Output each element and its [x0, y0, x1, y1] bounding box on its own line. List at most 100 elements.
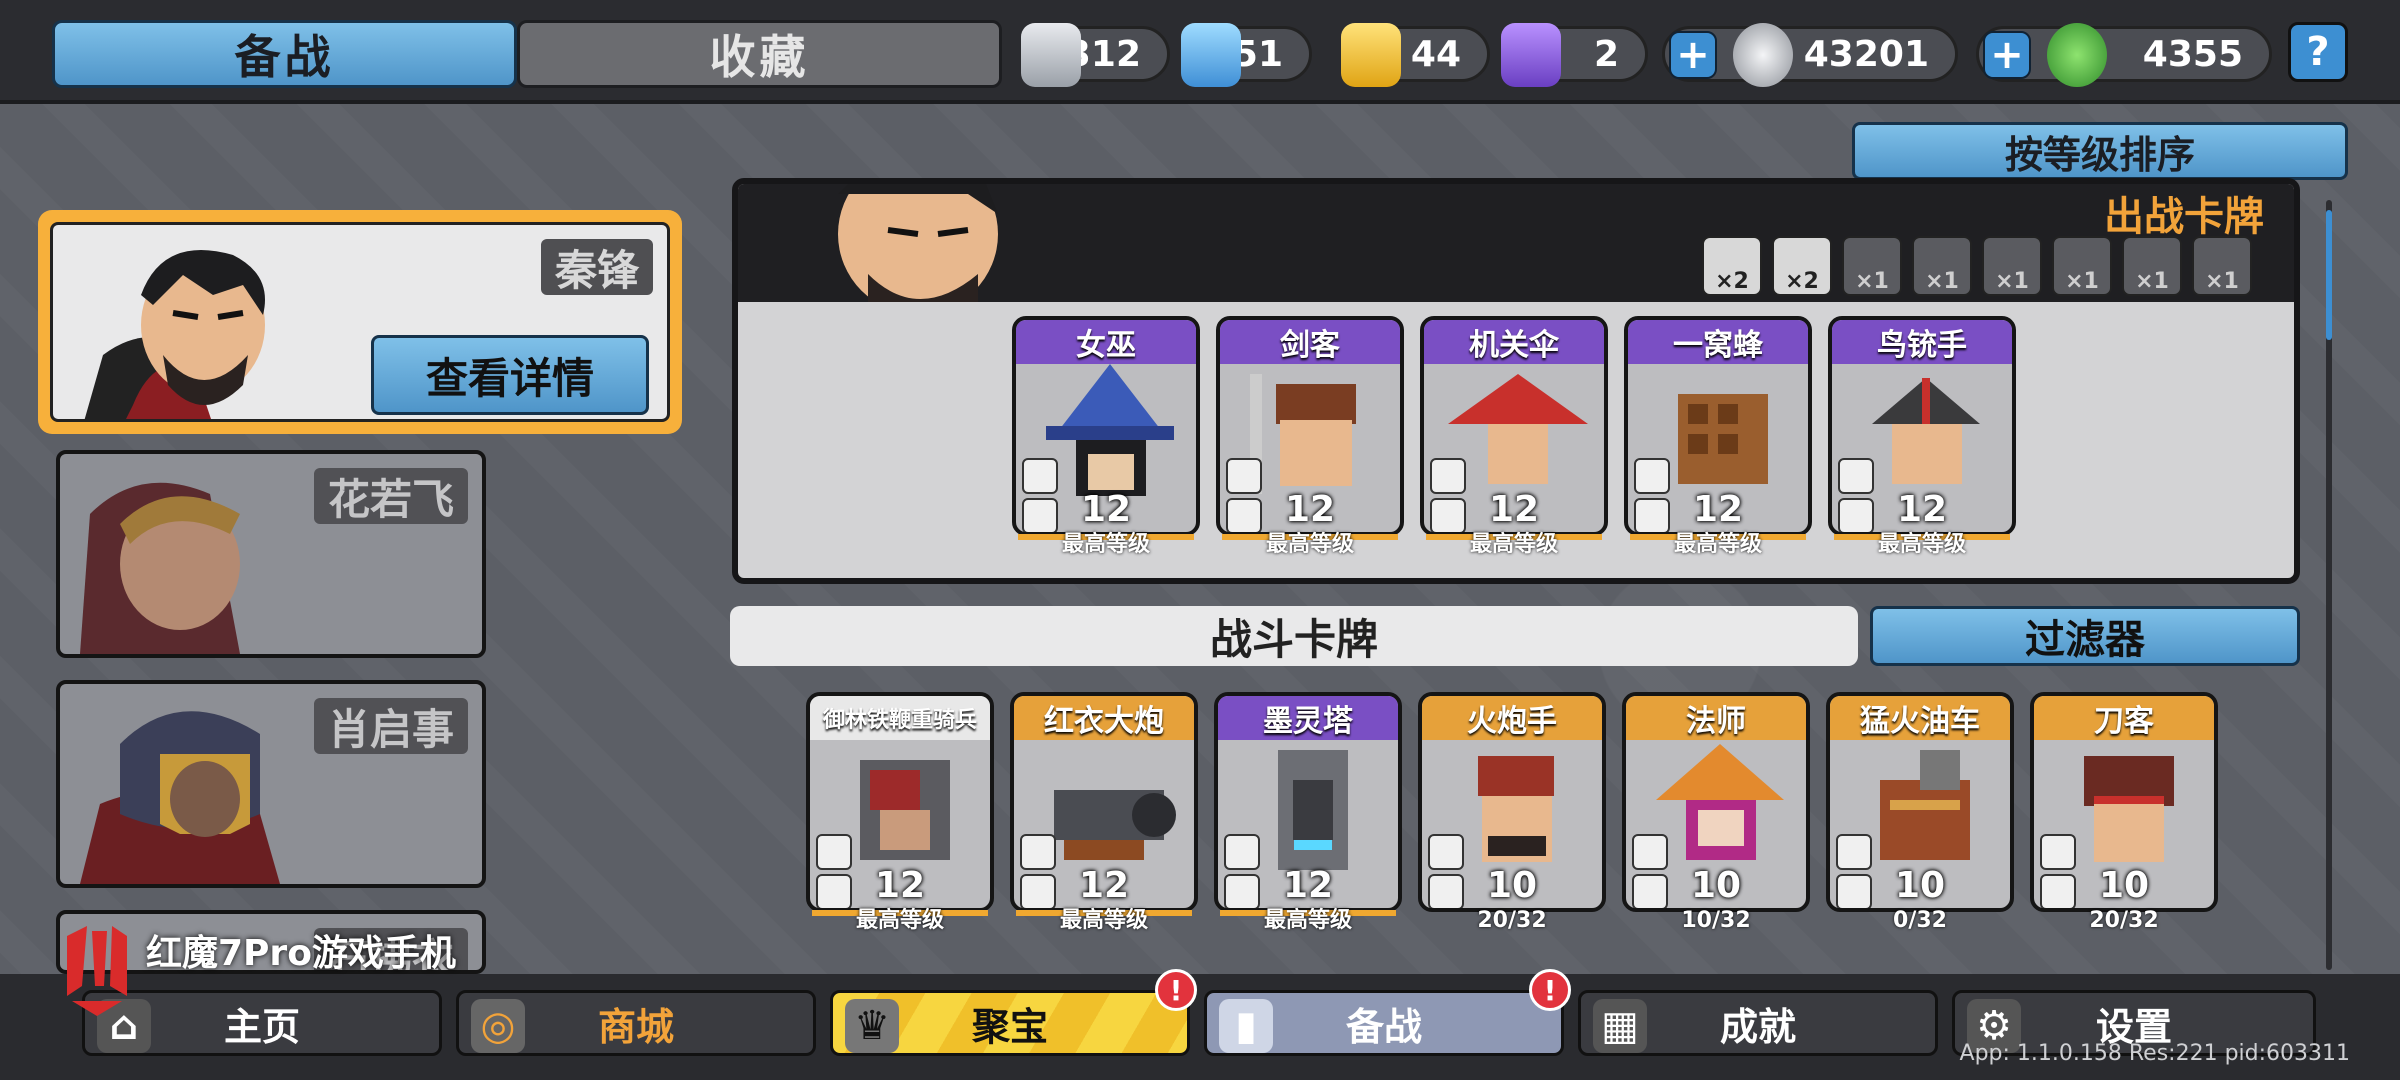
help-icon: ?: [2306, 29, 2330, 75]
battle-card[interactable]: 红衣大炮 12 最高等级: [1010, 692, 1198, 932]
scrollbar-thumb[interactable]: [2326, 210, 2332, 340]
helmet-icon: ×2: [1715, 269, 1749, 294]
cards-icon: ▮: [1219, 999, 1273, 1053]
deck-slot: ×1: [1842, 236, 1902, 296]
card-status: 最高等级: [1061, 532, 1150, 557]
resource-crystal[interactable]: 51: [1181, 23, 1312, 87]
burst-icon: ×1: [2135, 269, 2169, 294]
nav-label: 备战: [1345, 1004, 1422, 1049]
nav-achievements[interactable]: ▦ 成就: [1578, 990, 1938, 1056]
filter-button[interactable]: 过滤器: [1870, 606, 2300, 666]
card-name: 墨灵塔: [1218, 696, 1398, 740]
deck-header: 出战卡牌 ×2 ×2 ×1 ×1 ×1 ×1 ×1 ×1: [738, 184, 2294, 302]
deck-card[interactable]: 鸟铳手 12 最高等级: [1828, 316, 2016, 557]
deck-slot: ×1: [2122, 236, 2182, 296]
tab-prepare[interactable]: 备战: [52, 20, 517, 88]
resource-gold[interactable]: 44: [1341, 23, 1490, 87]
deck-panel: 出战卡牌 ×2 ×2 ×1 ×1 ×1 ×1 ×1 ×1 女巫 12 最高等级 …: [732, 178, 2300, 584]
view-details-button[interactable]: 查看详情: [371, 335, 649, 415]
card-name: 红衣大炮: [1014, 696, 1194, 740]
battle-card[interactable]: 猛火油车 10 0/32: [1826, 692, 2014, 933]
jade-icon: [2047, 23, 2107, 87]
card-name: 鸟铳手: [1832, 320, 2012, 364]
witch-icon: [1046, 364, 1174, 496]
resource-value: 44: [1410, 33, 1461, 75]
nav-treasure[interactable]: ♛ 聚宝 !: [830, 969, 1197, 1056]
rocket-rack-icon: [1678, 394, 1768, 484]
card-status: 最高等级: [1263, 908, 1352, 933]
battle-card[interactable]: 墨灵塔 12 最高等级: [1214, 692, 1402, 933]
purple-shield-icon: [1501, 23, 1561, 87]
add-jade-button[interactable]: +: [1983, 31, 2031, 79]
card-level: 12: [1078, 865, 1130, 906]
card-name: 机关伞: [1424, 320, 1604, 364]
top-bar: 备战 收藏 312 51 44 2 + 43201 + 4355 ?: [0, 0, 2400, 104]
card-name: 剑客: [1220, 320, 1400, 364]
add-coins-button[interactable]: +: [1669, 31, 1717, 79]
scrollbar[interactable]: [2326, 200, 2332, 970]
gold-shield-icon: [1341, 23, 1401, 87]
resource-value: 4355: [2142, 33, 2243, 75]
resource-coins[interactable]: + 43201: [1662, 23, 1958, 87]
tab-collection[interactable]: 收藏: [517, 20, 1002, 88]
resource-silver[interactable]: 312: [1021, 23, 1170, 87]
notification-badge: !: [1529, 969, 1571, 1011]
deck-card[interactable]: 机关伞 12 最高等级: [1420, 316, 1608, 557]
deck-slot: ×1: [2052, 236, 2112, 296]
card-status: 最高等级: [855, 908, 944, 933]
red-magic-logo: [67, 926, 127, 1016]
card-level: 12: [874, 865, 926, 906]
coin-icon: [1733, 23, 1793, 87]
hero-card[interactable]: 肖启事: [56, 680, 486, 888]
hero-portrait-banner: [838, 184, 998, 302]
battle-card[interactable]: 御林铁鞭重骑兵 12 最高等级: [806, 692, 994, 933]
card-level: 12: [1284, 489, 1336, 530]
cavalry-icon: [860, 760, 950, 860]
deck-slot: ×2: [1702, 236, 1762, 296]
treasure-icon: ♛: [845, 999, 899, 1053]
nav-home[interactable]: ⌂ 主页: [82, 990, 442, 1056]
battle-card[interactable]: 刀客 10 20/32: [2030, 692, 2218, 933]
resource-purple[interactable]: 2: [1501, 23, 1648, 87]
deck-slot: ×1: [1912, 236, 1972, 296]
deck-card[interactable]: 剑客 12 最高等级: [1216, 316, 1404, 556]
resource-jade[interactable]: + 4355: [1976, 23, 2272, 87]
card-level: 12: [1896, 489, 1948, 530]
blademan-icon: [2084, 756, 2174, 862]
sword-icon: ×2: [1785, 269, 1819, 294]
card-name: 法师: [1626, 696, 1806, 740]
help-button[interactable]: ?: [2288, 22, 2348, 82]
coins-icon: ◎: [471, 999, 525, 1053]
umbrella-icon: [1448, 374, 1588, 484]
card-status: 0/32: [1893, 908, 1947, 933]
card-status: 20/32: [1477, 908, 1547, 933]
card-status: 最高等级: [1469, 532, 1558, 557]
resource-value: 43201: [1803, 33, 1929, 75]
deck-slot: ×1: [2192, 236, 2252, 296]
musketeer-icon: [1872, 378, 1980, 484]
deck-title: 出战卡牌: [2104, 194, 2264, 240]
battle-cards-header: 战斗卡牌: [730, 606, 1858, 666]
card-level: 12: [1692, 489, 1744, 530]
hero-card-selected[interactable]: 秦锋 查看详情: [38, 210, 682, 434]
deck-card[interactable]: 一窝蜂 12 最高等级: [1624, 316, 1812, 556]
deck-card[interactable]: 女巫 12 最高等级: [1012, 316, 1200, 557]
card-level: 10: [2098, 865, 2150, 906]
card-status: 最高等级: [1877, 532, 1966, 557]
card-status: 20/32: [2089, 908, 2159, 933]
silver-shield-icon: [1021, 23, 1081, 87]
nav-shop[interactable]: ◎ 商城: [456, 990, 816, 1056]
nav-prepare[interactable]: ▮ 备战 !: [1204, 969, 1571, 1056]
swordsman-icon: [1250, 374, 1356, 494]
battle-card[interactable]: 法师 10 10/32: [1622, 692, 1810, 933]
tower-icon: [1278, 750, 1348, 870]
gunner-icon: [1478, 756, 1554, 862]
card-status: 10/32: [1681, 908, 1751, 933]
sort-by-level-button[interactable]: 按等级排序: [1852, 122, 2348, 180]
card-name: 一窝蜂: [1628, 320, 1808, 364]
gear-icon: ×1: [2065, 269, 2099, 294]
shield-icon: ×1: [2205, 269, 2239, 294]
hero-card[interactable]: 花若飞: [56, 450, 486, 658]
battle-card[interactable]: 火炮手 10 20/32: [1418, 692, 1606, 933]
card-level: 12: [1282, 865, 1334, 906]
